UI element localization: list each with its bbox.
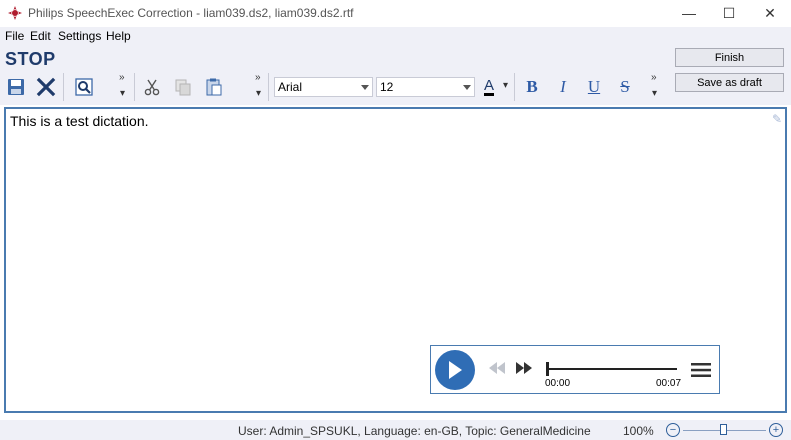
bold-button[interactable]: B — [521, 76, 543, 98]
chevron-down-icon[interactable]: ▾ — [120, 88, 125, 99]
toolbar-separator — [514, 73, 515, 101]
maximize-button[interactable]: ☐ — [709, 0, 749, 26]
maximize-icon: ☐ — [722, 4, 736, 21]
audio-player: 00:00 00:07 — [430, 345, 720, 394]
font-size-value: 12 — [380, 80, 394, 94]
finish-button[interactable]: Finish — [675, 48, 784, 67]
search-icon — [75, 78, 93, 96]
hamburger-menu-icon[interactable] — [691, 362, 711, 378]
strikethrough-button[interactable]: S — [614, 76, 636, 98]
menu-file[interactable]: File — [5, 29, 24, 43]
overflow-1-icon[interactable]: » — [119, 72, 125, 83]
zoom-in-icon[interactable]: + — [769, 423, 783, 437]
copy-button[interactable] — [171, 75, 195, 99]
toolbar-area: STOP » ▾ » ▾ Arial 12 A ▾ B I U S » ▾ Fi… — [0, 45, 791, 105]
save-button[interactable] — [4, 75, 28, 99]
status-bar: User: Admin_SPSUKL, Language: en-GB, Top… — [0, 420, 791, 440]
chevron-down-icon[interactable]: ▾ — [503, 80, 508, 91]
save-as-draft-button[interactable]: Save as draft — [675, 73, 784, 92]
play-button[interactable] — [435, 350, 475, 390]
find-button[interactable] — [72, 75, 96, 99]
font-name-select[interactable]: Arial — [274, 77, 373, 97]
zoom-out-icon[interactable]: − — [666, 423, 680, 437]
font-name-value: Arial — [278, 80, 303, 94]
chevron-down-icon[interactable]: ▾ — [256, 88, 261, 99]
rewind-icon[interactable] — [487, 361, 507, 375]
spellcheck-icon[interactable]: ✎ — [772, 112, 782, 126]
window-title: Philips SpeechExec Correction - liam039.… — [28, 6, 354, 20]
recording-status: STOP — [5, 49, 56, 69]
toolbar-separator — [268, 73, 269, 101]
minimize-icon: — — [682, 5, 696, 21]
zoom-level: 100% — [623, 424, 654, 438]
italic-button[interactable]: I — [552, 76, 574, 98]
overflow-2-icon[interactable]: » — [255, 72, 261, 83]
menu-edit[interactable]: Edit — [30, 29, 51, 43]
overflow-3-icon[interactable]: » — [651, 72, 657, 83]
document-text[interactable]: This is a test dictation. — [10, 113, 149, 129]
underline-button[interactable]: U — [583, 76, 605, 98]
toolbar-separator — [134, 73, 135, 101]
menu-settings[interactable]: Settings — [58, 29, 101, 43]
document-editor[interactable]: This is a test dictation. ✎ 00:00 00:07 — [4, 107, 787, 413]
time-total: 00:07 — [656, 378, 682, 389]
font-size-select[interactable]: 12 — [376, 77, 475, 97]
fast-forward-icon[interactable] — [514, 361, 534, 375]
menu-help[interactable]: Help — [106, 29, 131, 43]
save-icon — [8, 79, 24, 95]
copy-icon — [175, 79, 191, 96]
close-document-button[interactable] — [34, 75, 58, 99]
close-window-icon: ✕ — [764, 4, 776, 21]
status-info: User: Admin_SPSUKL, Language: en-GB, Top… — [238, 424, 591, 438]
cut-icon — [144, 79, 160, 96]
title-bar: Philips SpeechExec Correction - liam039.… — [0, 0, 791, 26]
minimize-button[interactable]: — — [669, 0, 709, 26]
cut-button[interactable] — [140, 75, 164, 99]
app-logo-icon — [8, 6, 22, 20]
font-color-button[interactable]: A — [478, 76, 500, 98]
time-current: 00:00 — [545, 378, 571, 389]
playback-track[interactable] — [547, 368, 677, 370]
font-color-icon: A — [483, 76, 494, 96]
paste-icon — [206, 78, 222, 96]
zoom-slider-thumb[interactable] — [720, 424, 727, 435]
chevron-down-icon — [361, 85, 369, 90]
chevron-down-icon — [463, 85, 471, 90]
menu-bar: File Edit Settings Help — [0, 27, 791, 45]
playback-handle[interactable] — [546, 362, 549, 376]
play-icon — [449, 361, 462, 379]
toolbar-separator — [63, 73, 64, 101]
chevron-down-icon[interactable]: ▾ — [652, 88, 657, 99]
close-window-button[interactable]: ✕ — [750, 0, 790, 26]
paste-button[interactable] — [202, 75, 226, 99]
close-icon — [36, 77, 56, 97]
